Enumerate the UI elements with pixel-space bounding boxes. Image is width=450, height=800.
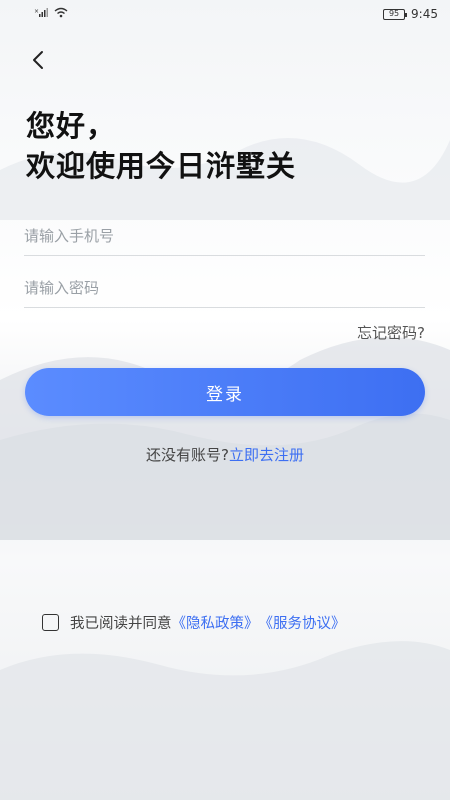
battery-icon: 95 (383, 8, 408, 20)
phone-input[interactable] (24, 216, 425, 255)
greeting-line-2: 欢迎使用今日浒墅关 (26, 149, 297, 183)
agreement-row: 我已阅读并同意 《隐私政策》 《服务协议》 (42, 612, 346, 633)
privacy-policy-link[interactable]: 《隐私政策》 (172, 612, 259, 633)
status-left: × (34, 7, 68, 21)
phone-field (24, 216, 425, 256)
register-prompt: 还没有账号?立即去注册 (0, 444, 450, 465)
password-input[interactable] (24, 268, 425, 307)
service-agreement-link[interactable]: 《服务协议》 (259, 612, 346, 633)
status-bar: × 95 9:45 (0, 0, 450, 28)
wifi-icon (54, 7, 68, 21)
forgot-password-link[interactable]: 忘记密码? (357, 322, 425, 343)
status-time: 9:45 (411, 7, 438, 21)
battery-level: 95 (388, 9, 400, 18)
register-prompt-text: 还没有账号? (146, 446, 229, 464)
password-field (24, 268, 425, 308)
svg-text:×: × (34, 8, 39, 15)
register-link[interactable]: 立即去注册 (229, 446, 304, 464)
greeting-line-1: 您好， (26, 109, 117, 143)
greeting: 您好， 欢迎使用今日浒墅关 (26, 106, 296, 186)
chevron-left-icon (30, 50, 46, 74)
status-right: 95 9:45 (383, 7, 438, 21)
back-button[interactable] (24, 48, 52, 76)
login-button[interactable]: 登录 (25, 368, 425, 416)
agreement-text: 我已阅读并同意 (70, 616, 172, 632)
agreement-checkbox[interactable] (42, 614, 59, 631)
mountain-mist-bottom (0, 620, 450, 800)
signal-icon: × (34, 7, 48, 21)
mountain-mist-middle (0, 320, 450, 540)
